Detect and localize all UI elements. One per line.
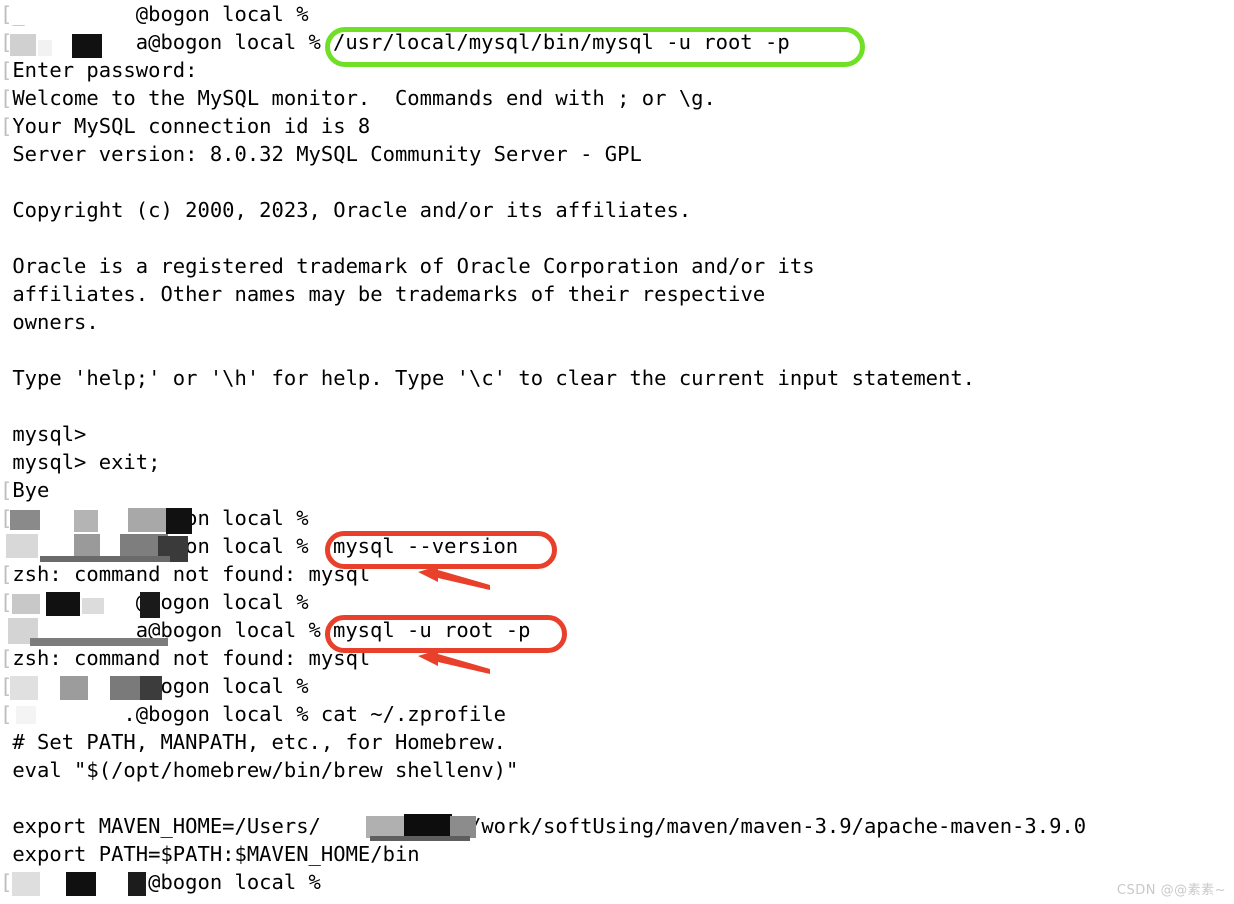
line-text: Copyright (c) 2000, 2023, Oracle and/or … (12, 198, 692, 222)
line-lead-bracket: [_ (0, 2, 25, 26)
redacted-username (0, 814, 1234, 842)
line-lead-bracket: [ (0, 114, 13, 138)
line-lead-bracket (0, 198, 12, 222)
redaction-block (10, 510, 40, 530)
line-text: affiliates. Other names may be trademark… (12, 282, 766, 306)
line-lead-bracket (0, 254, 12, 278)
redaction-block (128, 508, 170, 532)
redaction-block (12, 594, 40, 614)
redaction-block (16, 706, 36, 724)
redaction-block (140, 676, 162, 700)
terminal-line: [Welcome to the MySQL monitor. Commands … (0, 84, 1234, 112)
terminal-line: [_ @bogon local % (0, 0, 1234, 28)
redaction-block (82, 598, 104, 614)
line-lead-bracket (0, 366, 12, 390)
redacted-username (0, 590, 1234, 618)
redaction-block (12, 872, 40, 896)
line-lead-bracket: [ (0, 562, 13, 586)
terminal-line: mysql> (0, 420, 1234, 448)
terminal-line: [zsh: command not found: mysql (0, 560, 1234, 588)
redaction-block (166, 508, 192, 534)
command-line-mysql-version: mysql --version (0, 532, 1234, 560)
line-lead-bracket (0, 758, 12, 782)
line-lead-bracket: [ (0, 646, 13, 670)
line-lead-bracket (0, 730, 12, 754)
terminal-line: # Set PATH, MANPATH, etc., for Homebrew. (0, 728, 1234, 756)
line-text: Enter password: (12, 58, 198, 82)
terminal-line: affiliates. Other names may be trademark… (0, 280, 1234, 308)
redaction-block (60, 676, 88, 700)
command-text-mysql-login: mysql -u root -p (333, 618, 531, 642)
terminal-line: [Enter password: (0, 56, 1234, 84)
watermark: CSDN @@素素~ (1116, 883, 1226, 898)
redaction-block (10, 676, 38, 700)
terminal-line: owners. (0, 308, 1234, 336)
line-lead-bracket (0, 422, 12, 446)
line-lead-bracket (0, 450, 12, 474)
redaction-block (140, 592, 160, 618)
redaction-block (110, 676, 144, 700)
line-text: zsh: command not found: mysql (12, 646, 371, 670)
line-text: zsh: command not found: mysql (12, 562, 371, 586)
redaction-block (46, 592, 80, 616)
line-lead-bracket (0, 310, 12, 334)
line-text: export PATH=$PATH:$MAVEN_HOME/bin (12, 842, 420, 866)
line-text: owners. (12, 310, 99, 334)
redaction-block (366, 816, 406, 838)
terminal-line: Copyright (c) 2000, 2023, Oracle and/or … (0, 196, 1234, 224)
redaction-block (128, 872, 146, 896)
terminal-line: [Your MySQL connection id is 8 (0, 112, 1234, 140)
line-text: eval "$(/opt/homebrew/bin/brew shellenv)… (12, 758, 519, 782)
redaction-block (450, 816, 476, 838)
terminal-line: [zsh: command not found: mysql (0, 644, 1234, 672)
line-text: Server version: 8.0.32 MySQL Community S… (12, 142, 642, 166)
line-text: Your MySQL connection id is 8 (12, 114, 371, 138)
command-line-mysql-login: mysql -u root -p (0, 616, 1234, 644)
terminal-line: Server version: 8.0.32 MySQL Community S… (0, 140, 1234, 168)
redacted-username (0, 674, 1234, 702)
line-lead-bracket (0, 842, 12, 866)
redaction-block (370, 836, 470, 841)
redacted-username (0, 870, 1234, 898)
command-text-mysql-version: mysql --version (333, 534, 519, 558)
redaction-block (74, 510, 98, 532)
line-text: Bye (12, 478, 50, 502)
line-text: mysql> exit; (12, 450, 161, 474)
line-lead-bracket: [ (0, 86, 13, 110)
terminal-window[interactable]: [_ @bogon local % [ a@bogon local % [Ent… (0, 0, 1234, 904)
line-text: Welcome to the MySQL monitor. Commands e… (12, 86, 716, 110)
line-lead-bracket (0, 282, 12, 306)
terminal-line: eval "$(/opt/homebrew/bin/brew shellenv)… (0, 756, 1234, 784)
terminal-line: export PATH=$PATH:$MAVEN_HOME/bin (0, 840, 1234, 868)
redacted-username (0, 506, 1234, 534)
line-lead-bracket: [ (0, 478, 13, 502)
line-text: @bogon local % (24, 2, 321, 26)
line-text: # Set PATH, MANPATH, etc., for Homebrew. (12, 730, 507, 754)
line-text: Type 'help;' or '\h' for help. Type '\c'… (12, 366, 976, 390)
line-lead-bracket (0, 142, 12, 166)
terminal-line: Oracle is a registered trademark of Orac… (0, 252, 1234, 280)
command-line-mysql-full-path: /usr/local/mysql/bin/mysql -u root -p (0, 28, 1234, 56)
terminal-line: [Bye (0, 476, 1234, 504)
terminal-line: mysql> exit; (0, 448, 1234, 476)
redaction-block (66, 872, 96, 896)
redacted-username (0, 702, 1234, 730)
line-text: Oracle is a registered trademark of Orac… (12, 254, 815, 278)
terminal-line: Type 'help;' or '\h' for help. Type '\c'… (0, 364, 1234, 392)
command-text-mysql-full-path: /usr/local/mysql/bin/mysql -u root -p (333, 30, 790, 54)
line-text: mysql> (12, 422, 87, 446)
line-lead-bracket: [ (0, 58, 13, 82)
